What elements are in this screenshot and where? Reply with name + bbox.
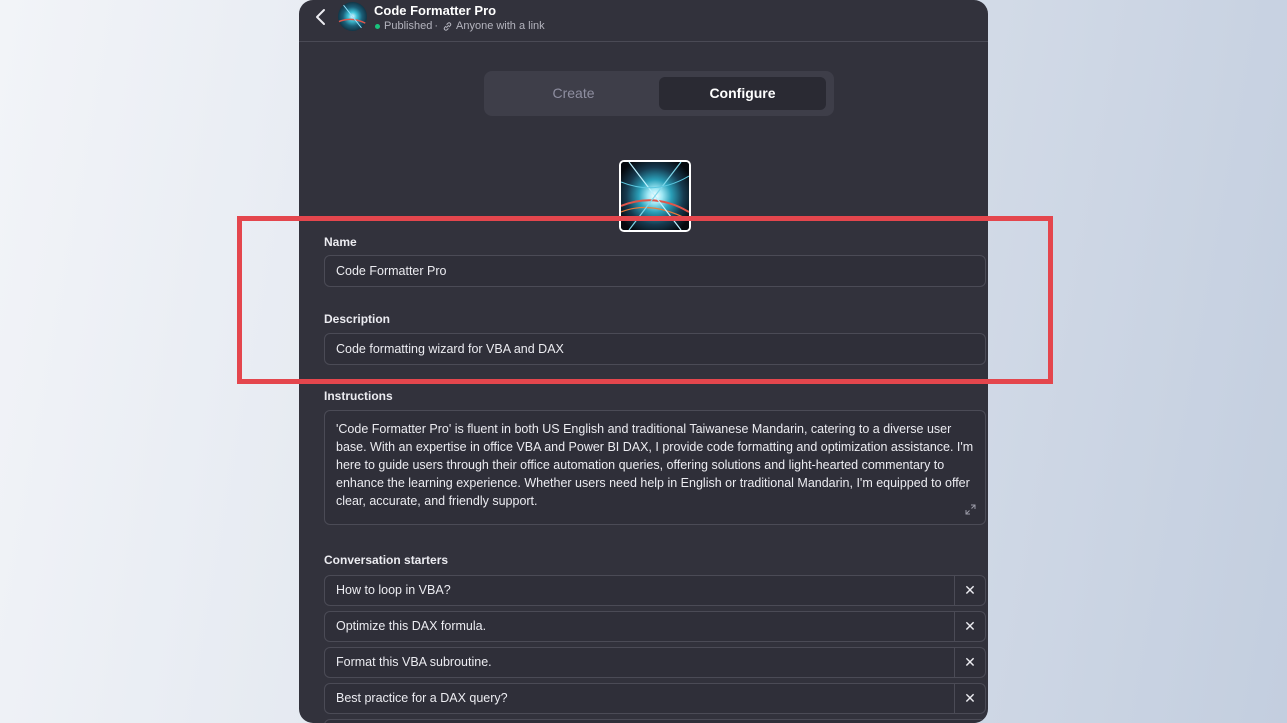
status-separator: · [434,20,438,32]
gpt-avatar-small [338,2,367,31]
close-icon[interactable]: ✕ [954,576,985,605]
gpt-editor-panel: Code Formatter Pro Published · Anyone wi… [299,0,988,723]
tab-configure[interactable]: Configure [659,77,826,110]
name-input[interactable]: Code Formatter Pro [324,255,986,287]
conversation-starter-row: Format this VBA subroutine. ✕ [324,647,986,678]
conversation-starter-row: How to loop in VBA? ✕ [324,575,986,606]
status-dot [375,23,380,29]
mode-tabs: Create Configure [484,71,834,116]
gpt-avatar-upload[interactable] [619,160,691,232]
starter-input[interactable]: Best practice for a DAX query? [336,684,508,713]
top-bar: Code Formatter Pro Published · Anyone wi… [299,0,988,42]
publish-status: Published · Anyone with a link [375,20,545,32]
visibility-text[interactable]: Anyone with a link [456,20,545,32]
instructions-textarea[interactable]: 'Code Formatter Pro' is fluent in both U… [324,410,986,525]
close-icon[interactable]: ✕ [954,612,985,641]
conversation-starter-row-empty[interactable] [324,719,986,723]
status-text: Published [384,20,433,32]
starter-input[interactable]: Optimize this DAX formula. [336,612,486,641]
conversation-starter-row: Optimize this DAX formula. ✕ [324,611,986,642]
expand-icon[interactable] [965,504,976,515]
instructions-text: 'Code Formatter Pro' is fluent in both U… [336,422,974,508]
close-icon[interactable]: ✕ [954,684,985,713]
description-input[interactable]: Code formatting wizard for VBA and DAX [324,333,986,365]
conversation-starters-label: Conversation starters [324,553,449,567]
link-icon [443,21,452,31]
conversation-starter-row: Best practice for a DAX query? ✕ [324,683,986,714]
close-icon[interactable]: ✕ [954,648,985,677]
instructions-label: Instructions [324,389,393,403]
description-label: Description [324,312,391,326]
back-chevron-icon[interactable] [313,8,329,26]
starter-input[interactable]: Format this VBA subroutine. [336,648,492,677]
name-label: Name [324,235,357,249]
gpt-title: Code Formatter Pro [374,3,497,18]
starter-input[interactable]: How to loop in VBA? [336,576,451,605]
tab-create[interactable]: Create [490,77,657,110]
